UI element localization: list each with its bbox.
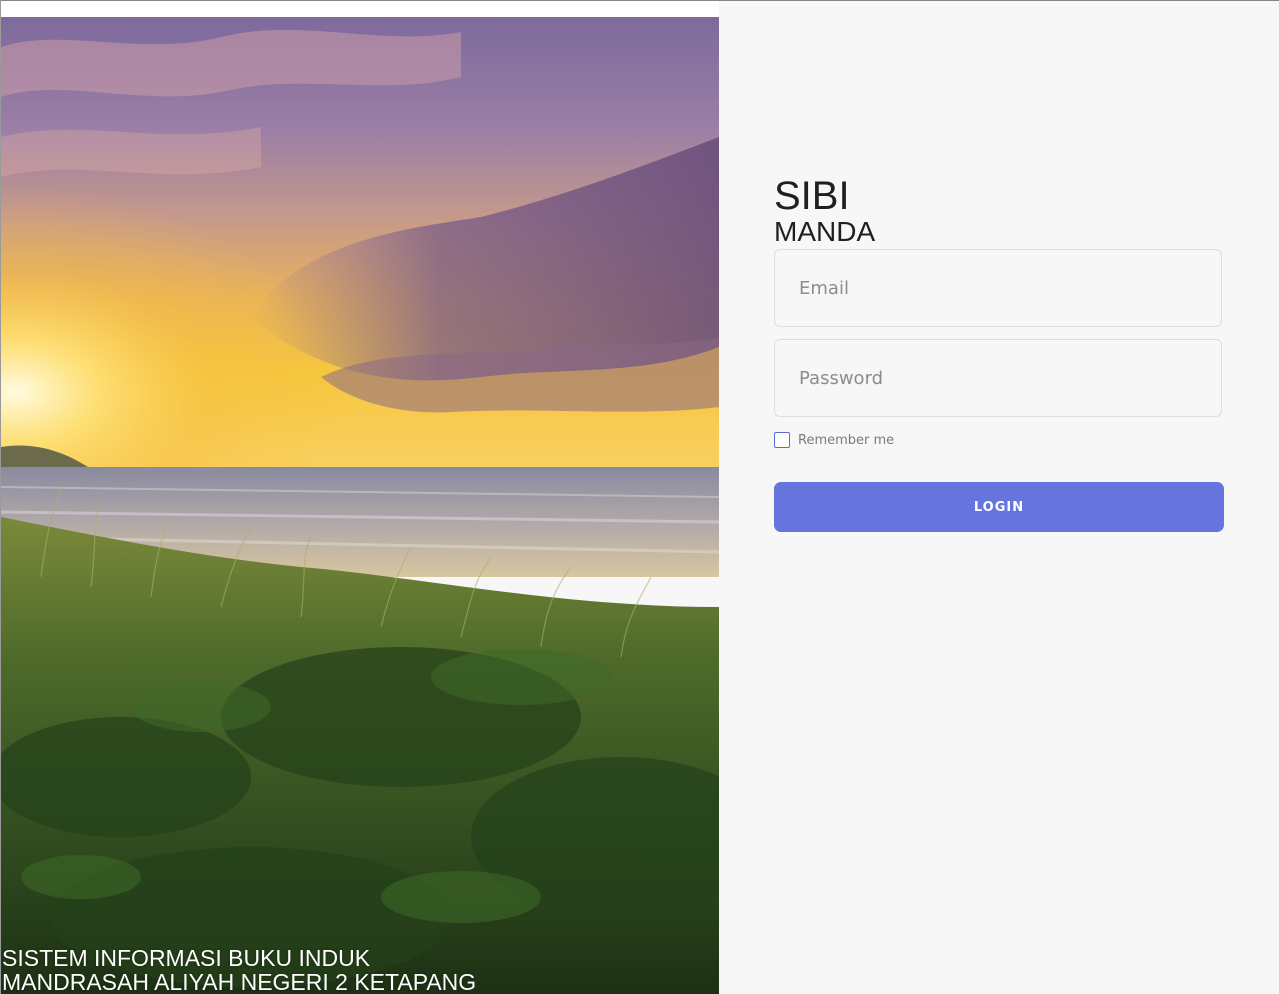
hero-caption: SISTEM INFORMASI BUKU INDUK MANDRASAH AL… <box>2 946 476 994</box>
remember-me[interactable]: Remember me <box>774 432 894 448</box>
login-panel: SIBI MANDA Remember me LOGIN <box>719 1 1279 994</box>
hero-image: SISTEM INFORMASI BUKU INDUK MANDRASAH AL… <box>1 17 719 994</box>
email-field-wrapper <box>774 249 1222 327</box>
login-button[interactable]: LOGIN <box>774 482 1224 532</box>
login-page: SISTEM INFORMASI BUKU INDUK MANDRASAH AL… <box>0 0 1279 994</box>
brand-subtitle: MANDA <box>774 216 876 247</box>
remember-me-checkbox[interactable] <box>774 432 790 448</box>
password-input[interactable] <box>775 340 1221 416</box>
remember-me-label: Remember me <box>798 432 895 448</box>
hero-caption-line1: SISTEM INFORMASI BUKU INDUK <box>2 945 371 971</box>
top-white-strip <box>0 1 719 17</box>
sunset-beach-photo <box>1 17 719 994</box>
brand-title: SIBI <box>774 174 850 218</box>
left-border <box>0 0 1 994</box>
email-input[interactable] <box>775 250 1221 326</box>
password-field-wrapper <box>774 339 1222 417</box>
hero-caption-line2: MANDRASAH ALIYAH NEGERI 2 KETAPANG <box>2 969 477 994</box>
